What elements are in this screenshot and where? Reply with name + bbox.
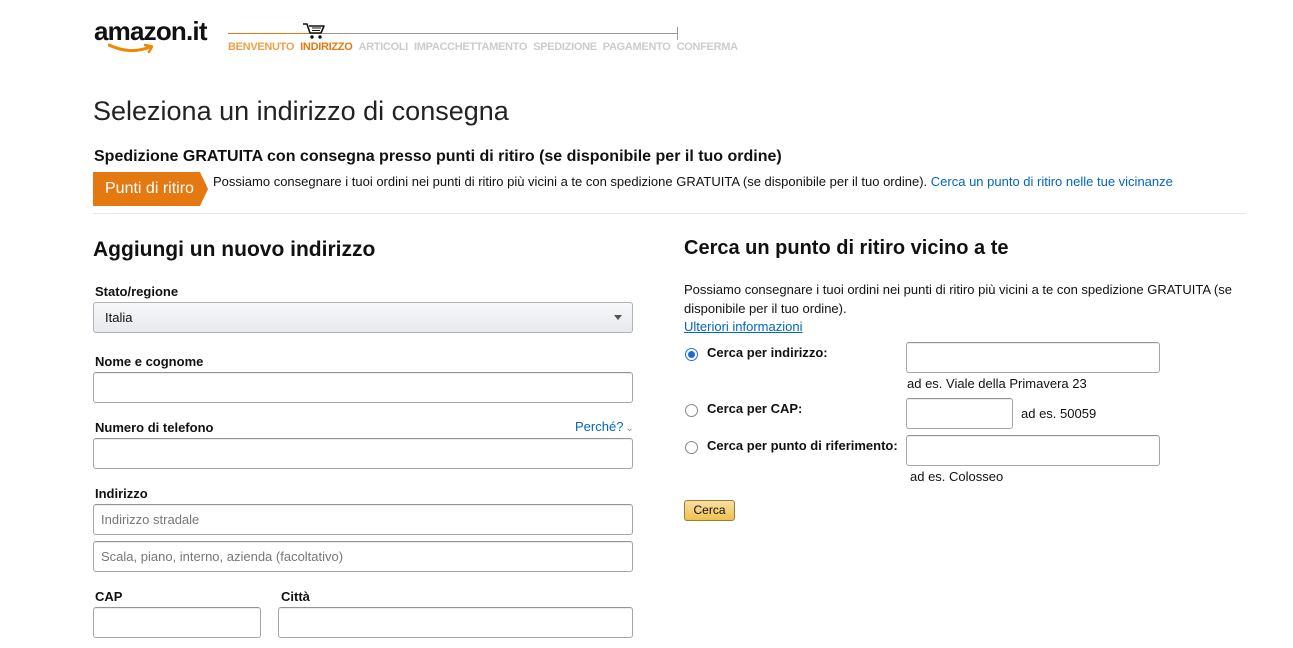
search-address-input[interactable] xyxy=(906,342,1160,373)
progress-end-tick xyxy=(677,27,678,40)
phone-label: Numero di telefono xyxy=(95,420,214,435)
pickup-description: Possiamo consegnare i tuoi ordini nei pu… xyxy=(213,174,1173,189)
caret-down-icon xyxy=(614,315,622,320)
pickup-description-text: Possiamo consegnare i tuoi ordini nei pu… xyxy=(213,174,928,189)
search-by-address-label: Cerca per indirizzo: xyxy=(707,345,828,360)
step-indirizzo: INDIRIZZO xyxy=(300,41,353,53)
checkout-progress: BENVENUTO INDIRIZZO ARTICOLI IMPACCHETTA… xyxy=(228,22,738,62)
pickup-search-title: Cerca un punto di ritiro vicino a te xyxy=(684,237,1009,259)
search-by-landmark-label: Cerca per punto di riferimento: xyxy=(707,438,898,453)
section-divider xyxy=(93,213,1246,214)
search-address-hint: ad es. Viale della Primavera 23 xyxy=(907,376,1087,391)
pickup-search-description: Possiamo consegnare i tuoi ordini nei pu… xyxy=(684,282,1232,316)
step-impacchettamento: IMPACCHETTAMENTO xyxy=(414,41,528,53)
search-cap-input[interactable] xyxy=(906,398,1013,429)
search-landmark-input[interactable] xyxy=(906,435,1160,466)
progress-step-labels: BENVENUTO INDIRIZZO ARTICOLI IMPACCHETTA… xyxy=(228,41,744,53)
logo-text: amazon.it xyxy=(94,16,208,46)
find-pickup-point-link[interactable]: Cerca un punto di ritiro nelle tue vicin… xyxy=(931,174,1173,189)
search-landmark-hint: ad es. Colosseo xyxy=(910,469,1004,484)
cart-icon xyxy=(303,23,325,39)
step-conferma: CONFERMA xyxy=(676,41,738,53)
phone-why-link[interactable]: Perché? ⌄ xyxy=(575,419,634,434)
country-select-value: Italia xyxy=(105,310,133,325)
amazon-logo[interactable]: amazon.it xyxy=(94,16,214,56)
more-info-link[interactable]: Ulteriori informazioni xyxy=(684,319,802,334)
address-label: Indirizzo xyxy=(95,486,148,501)
search-button[interactable]: Cerca xyxy=(684,500,735,521)
search-by-cap-label: Cerca per CAP: xyxy=(707,401,803,416)
country-select[interactable]: Italia xyxy=(93,302,633,333)
cap-input[interactable] xyxy=(93,607,261,638)
amazon-smile-icon xyxy=(108,43,154,54)
cap-label: CAP xyxy=(95,589,123,604)
pickup-points-badge: Punti di ritiro xyxy=(93,172,208,206)
step-articoli: ARTICOLI xyxy=(358,41,409,53)
search-by-cap-radio[interactable] xyxy=(685,404,698,417)
search-by-landmark-radio[interactable] xyxy=(685,441,698,454)
chevron-down-icon: ⌄ xyxy=(625,423,634,434)
full-name-label: Nome e cognome xyxy=(95,354,204,369)
address-line2-input[interactable] xyxy=(93,541,633,572)
country-label: Stato/regione xyxy=(95,284,179,299)
city-label: Città xyxy=(281,589,310,604)
step-benvenuto: BENVENUTO xyxy=(228,41,295,53)
street-address-input[interactable] xyxy=(93,504,633,535)
page-title: Seleziona un indirizzo di consegna xyxy=(93,96,509,126)
new-address-title: Aggiungi un nuovo indirizzo xyxy=(93,238,376,261)
step-spedizione: SPEDIZIONE xyxy=(533,41,597,53)
phone-why-text: Perché? xyxy=(575,419,624,434)
progress-track-done xyxy=(228,33,310,34)
full-name-input[interactable] xyxy=(93,372,633,403)
city-input[interactable] xyxy=(278,607,633,638)
search-cap-hint: ad es. 50059 xyxy=(1021,406,1097,421)
free-shipping-heading: Spedizione GRATUITA con consegna presso … xyxy=(94,148,782,165)
step-pagamento: PAGAMENTO xyxy=(602,41,671,53)
search-by-address-radio[interactable] xyxy=(685,348,698,361)
phone-input[interactable] xyxy=(93,438,633,469)
